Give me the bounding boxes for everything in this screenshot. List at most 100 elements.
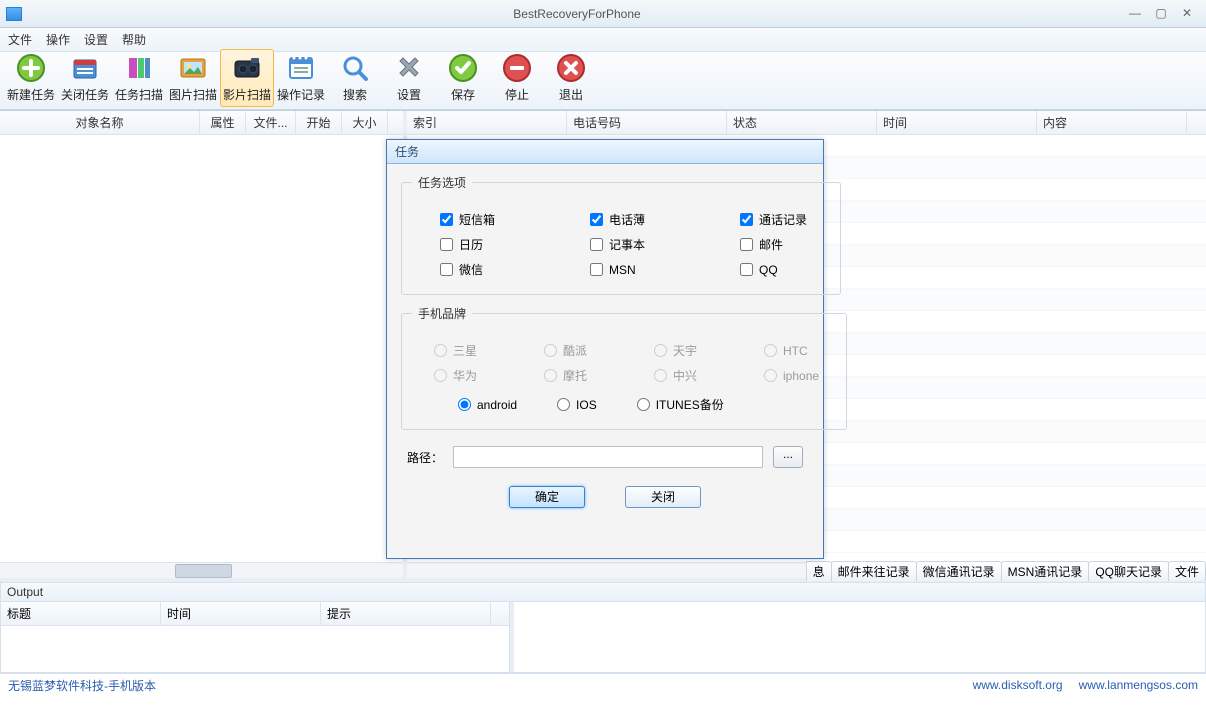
option-记事本[interactable]: 记事本: [590, 236, 680, 253]
left-body: [0, 135, 403, 562]
footer-link-1[interactable]: www.disksoft.org: [973, 678, 1063, 692]
left-col-header[interactable]: 属性: [200, 111, 246, 134]
path-row: 路径： ...: [407, 446, 803, 468]
option-电话薄[interactable]: 电话薄: [590, 211, 680, 228]
tab-item[interactable]: 邮件来往记录: [831, 561, 917, 581]
status-bar: 无锡蓝梦软件科技-手机版本 www.disksoft.org www.lanme…: [0, 674, 1206, 696]
checkbox-icon[interactable]: [440, 263, 453, 276]
output-panel: Output 标题时间提示: [0, 578, 1206, 674]
tab-item[interactable]: 微信通讯记录: [916, 561, 1002, 581]
app-icon: [6, 7, 22, 21]
menu-settings[interactable]: 设置: [84, 31, 108, 48]
toolbar-search-button[interactable]: 搜索: [328, 49, 382, 107]
checkbox-icon[interactable]: [590, 213, 603, 226]
radio-icon: [654, 344, 667, 357]
footer-link-2[interactable]: www.lanmengsos.com: [1079, 678, 1198, 692]
tab-item[interactable]: QQ聊天记录: [1088, 561, 1169, 581]
toolbar-video-button[interactable]: 影片扫描: [220, 49, 274, 107]
tab-item[interactable]: 息: [806, 561, 832, 581]
radio-icon: [764, 344, 777, 357]
exit-icon: [555, 52, 587, 84]
toolbar: 新建任务关闭任务任务扫描图片扫描影片扫描操作记录搜索设置保存 停止 退出: [0, 52, 1206, 110]
checkbox-icon[interactable]: [590, 263, 603, 276]
toolbar-image-button[interactable]: 图片扫描: [166, 49, 220, 107]
toolbar-label: 停止: [505, 88, 529, 102]
checkbox-icon[interactable]: [590, 238, 603, 251]
toolbar-label: 图片扫描: [169, 88, 217, 102]
checkbox-icon[interactable]: [740, 238, 753, 251]
toolbar-stop-button[interactable]: 停止: [490, 49, 544, 107]
maximize-button[interactable]: ▢: [1148, 6, 1174, 22]
option-短信箱[interactable]: 短信箱: [440, 211, 530, 228]
option-通话记录[interactable]: 通话记录: [740, 211, 830, 228]
radio-icon[interactable]: [557, 398, 570, 411]
option-MSN[interactable]: MSN: [590, 261, 680, 278]
right-col-header[interactable]: 状态: [727, 111, 877, 134]
right-col-header[interactable]: 索引: [407, 111, 567, 134]
toolbar-close-task-button[interactable]: 关闭任务: [58, 49, 112, 107]
radio-icon: [764, 369, 777, 382]
toolbar-settings-button[interactable]: 设置: [382, 49, 436, 107]
left-col-header[interactable]: 开始: [296, 111, 342, 134]
close-task-icon: [69, 52, 101, 84]
path-label: 路径：: [407, 449, 443, 466]
left-col-header[interactable]: 对象名称: [0, 111, 200, 134]
toolbar-label: 新建任务: [7, 88, 55, 102]
right-col-header[interactable]: 内容: [1037, 111, 1187, 134]
cancel-button[interactable]: 关闭: [625, 486, 701, 508]
menu-operate[interactable]: 操作: [46, 31, 70, 48]
option-微信[interactable]: 微信: [440, 261, 530, 278]
window-title: BestRecoveryForPhone: [32, 7, 1122, 21]
option-QQ[interactable]: QQ: [740, 261, 830, 278]
output-col-header[interactable]: 时间: [161, 602, 321, 625]
toolbar-label: 影片扫描: [223, 88, 271, 102]
platform-android[interactable]: android: [458, 396, 517, 413]
toolbar-log-button[interactable]: 操作记录: [274, 49, 328, 107]
toolbar-new-button[interactable]: 新建任务: [4, 49, 58, 107]
toolbar-label: 任务扫描: [115, 88, 163, 102]
platform-IOS[interactable]: IOS: [557, 396, 597, 413]
output-col-header[interactable]: 提示: [321, 602, 491, 625]
radio-icon: [434, 369, 447, 382]
left-scrollbar[interactable]: [0, 562, 403, 578]
ok-button[interactable]: 确定: [509, 486, 585, 508]
settings-icon: [393, 52, 425, 84]
toolbar-exit-button[interactable]: 退出: [544, 49, 598, 107]
dialog-title: 任务: [387, 140, 823, 164]
menu-help[interactable]: 帮助: [122, 31, 146, 48]
right-col-header[interactable]: 时间: [877, 111, 1037, 134]
output-col-header[interactable]: 标题: [1, 602, 161, 625]
tab-item[interactable]: 文件: [1168, 561, 1206, 581]
task-dialog: 任务 任务选项 短信箱电话薄通话记录日历记事本邮件微信MSNQQ 手机品牌 三星…: [386, 139, 824, 559]
platform-ITUNES备份[interactable]: ITUNES备份: [637, 396, 724, 413]
close-button[interactable]: ✕: [1174, 6, 1200, 22]
option-日历[interactable]: 日历: [440, 236, 530, 253]
left-col-header[interactable]: 大小: [342, 111, 388, 134]
right-col-header[interactable]: 电话号码: [567, 111, 727, 134]
option-邮件[interactable]: 邮件: [740, 236, 830, 253]
toolbar-label: 保存: [451, 88, 475, 102]
toolbar-label: 操作记录: [277, 88, 325, 102]
task-options-legend: 任务选项: [412, 174, 472, 191]
new-icon: [15, 52, 47, 84]
toolbar-scan-button[interactable]: 任务扫描: [112, 49, 166, 107]
brand-摩托: 摩托: [544, 367, 616, 384]
left-col-header[interactable]: 文件...: [246, 111, 296, 134]
path-input[interactable]: [453, 446, 763, 468]
radio-icon[interactable]: [458, 398, 471, 411]
brand-酷派: 酷派: [544, 342, 616, 359]
minimize-button[interactable]: —: [1122, 6, 1148, 22]
checkbox-icon[interactable]: [440, 238, 453, 251]
footer-left-link[interactable]: 无锡蓝梦软件科技-手机版本: [8, 677, 156, 694]
checkbox-icon[interactable]: [440, 213, 453, 226]
toolbar-save-button[interactable]: 保存: [436, 49, 490, 107]
radio-icon[interactable]: [637, 398, 650, 411]
browse-button[interactable]: ...: [773, 446, 803, 468]
checkbox-icon[interactable]: [740, 263, 753, 276]
tab-item[interactable]: MSN通讯记录: [1001, 561, 1090, 581]
left-header: 对象名称属性文件...开始大小: [0, 111, 403, 135]
brand-中兴: 中兴: [654, 367, 726, 384]
menu-file[interactable]: 文件: [8, 31, 32, 48]
log-icon: [285, 52, 317, 84]
checkbox-icon[interactable]: [740, 213, 753, 226]
